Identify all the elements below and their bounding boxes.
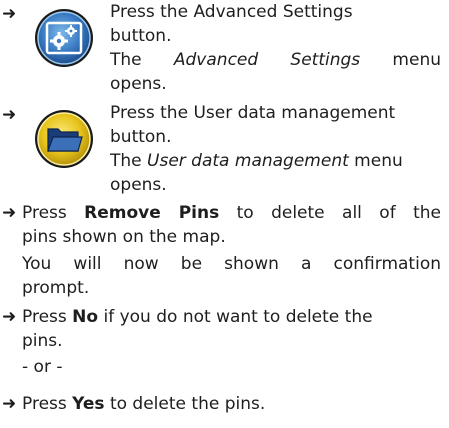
menu-name: User data management [147, 151, 349, 171]
step-line: Press the User data management [110, 103, 396, 123]
instruction-text: Press [22, 394, 73, 414]
step-line: button. [110, 26, 172, 46]
yes-label: Yes [72, 394, 105, 414]
instruction-text: to delete all of the [219, 203, 441, 223]
step-arrow: ➜ [2, 105, 17, 125]
step-arrow: ➜ [2, 394, 17, 414]
step-arrow: ➜ [2, 4, 17, 24]
step-line: button. [110, 127, 172, 147]
no-instruction: Press No if you do not want to delete th… [22, 305, 441, 379]
confirmation-note: You will now be shown a confirmation [22, 254, 441, 274]
step-result: The Advanced Settings menu [110, 48, 441, 72]
step-arrow: ➜ [2, 203, 17, 223]
step-line: Press Yes to delete the pins. [22, 392, 441, 416]
step-line: Press the Advanced Settings [110, 2, 353, 22]
step-line: pins shown on the map. [22, 227, 226, 247]
step-line: Press Remove Pins to delete all of the [22, 201, 441, 225]
confirmation-note: prompt. [22, 278, 90, 298]
step-result: opens. [110, 175, 167, 195]
step-arrow: ➜ [2, 307, 17, 327]
instruction-text: to delete the pins. [104, 394, 266, 414]
result-text: menu [360, 50, 441, 70]
remove-pins-label: Remove Pins [84, 203, 220, 223]
step-instruction: Press the Advanced Settings button. The … [110, 0, 441, 96]
result-text: menu [348, 151, 403, 171]
instruction-text: if you do not want to delete the [98, 307, 373, 327]
instruction-text: Press [22, 307, 73, 327]
remove-pins-instruction: Press Remove Pins to delete all of the p… [22, 201, 441, 300]
yes-instruction: Press Yes to delete the pins. [22, 392, 441, 416]
step-line: Press No if you do not want to delete th… [22, 305, 441, 329]
step-result: opens. [110, 74, 167, 94]
step-result: The User data management menu [110, 149, 441, 173]
step-instruction: Press the User data management button. T… [110, 101, 441, 197]
result-text: The [110, 50, 174, 70]
user-data-management-icon [35, 110, 93, 168]
no-label: No [72, 307, 99, 327]
menu-name: Advanced Settings [173, 50, 361, 70]
step-line: pins. [22, 331, 63, 351]
result-text: The [110, 151, 148, 171]
or-separator: - or - [22, 357, 63, 377]
instruction-text: Press [22, 203, 85, 223]
advanced-settings-icon [35, 9, 93, 67]
